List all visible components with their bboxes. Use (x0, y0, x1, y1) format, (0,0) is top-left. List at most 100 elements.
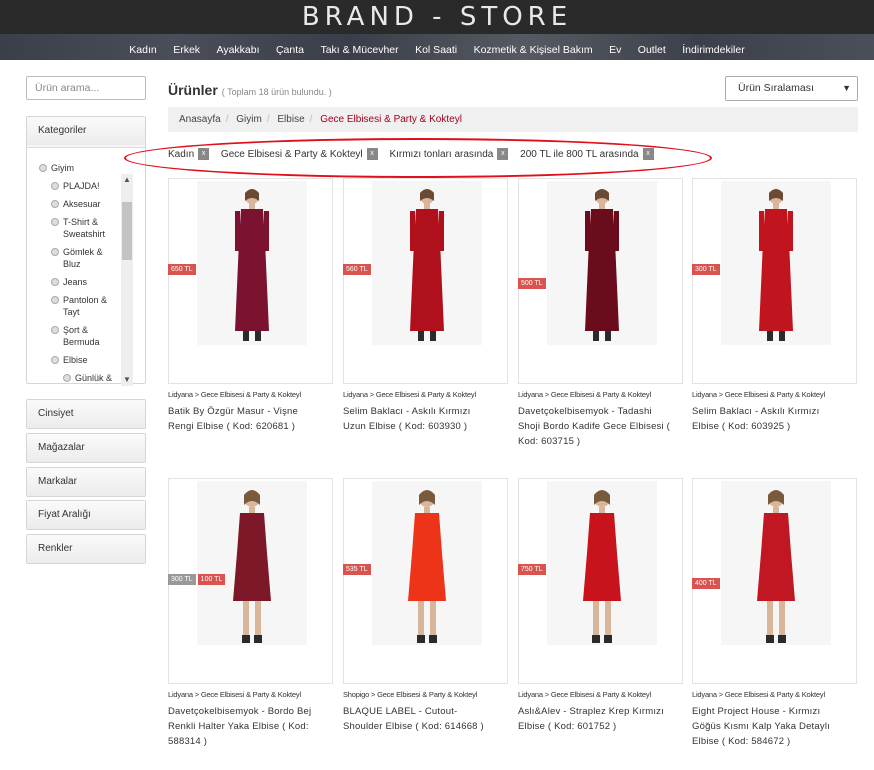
product-prices: 300 TL (692, 258, 722, 276)
price-badge: 650 TL (168, 264, 196, 275)
page-title: Ürünler( Toplam 18 ürün bulundu. ) (168, 82, 332, 98)
filter-renkler[interactable]: Renkler (26, 534, 146, 564)
product-name[interactable]: BLAQUE LABEL - Cutout-Shoulder Elbise ( … (343, 704, 495, 734)
product-name[interactable]: Davetçokelbisemyok - Bordo Bej Renkli Ha… (168, 704, 320, 749)
category-item-elbise[interactable]: Elbise (51, 354, 88, 366)
product-name[interactable]: Davetçokelbisemyok - Tadashi Shoji Bordo… (518, 404, 670, 449)
filter-markalar-label: Markalar (27, 468, 145, 496)
product-image-frame[interactable] (343, 178, 508, 384)
category-item-giyim[interactable]: Giyim (39, 162, 74, 174)
nav-item-ayakkabi[interactable]: Ayakkabı (217, 44, 260, 56)
breadcrumb-giyim[interactable]: Giyim (236, 114, 262, 125)
nav-item-kadin[interactable]: Kadın (129, 44, 156, 56)
product-store[interactable]: Shopigo > Gece Elbisesi & Party & Koktey… (343, 690, 513, 699)
filter-fiyat[interactable]: Fiyat Aralığı (26, 500, 146, 530)
nav-item-taki[interactable]: Takı & Mücevher (320, 44, 398, 56)
category-item-gunluk[interactable]: Günlük & (63, 372, 112, 384)
remove-filter-button[interactable]: x (642, 148, 654, 161)
product-name[interactable]: Aslı&Alev - Straplez Krep Kırmızı Elbise… (518, 704, 670, 734)
product-name[interactable]: Selim Baklacı - Askılı Kırmızı Elbise ( … (692, 404, 844, 434)
categories-header[interactable]: Kategoriler (27, 117, 145, 145)
scroll-thumb[interactable] (122, 202, 132, 260)
product-image[interactable] (372, 181, 482, 345)
nav-item-outlet[interactable]: Outlet (638, 44, 666, 56)
nav-item-kol-saati[interactable]: Kol Saati (415, 44, 457, 56)
filter-label: 200 TL ile 800 TL arasında (520, 149, 639, 160)
filter-cinsiyet[interactable]: Cinsiyet (26, 399, 146, 429)
price-badge: 535 TL (343, 564, 371, 575)
product-image-frame[interactable] (692, 178, 857, 384)
sort-select[interactable]: Ürün Sıralaması ▼ (725, 76, 858, 101)
filter-magazalar[interactable]: Mağazalar (26, 433, 146, 463)
product-store[interactable]: Lidyana > Gece Elbisesi & Party & Koktey… (692, 690, 862, 699)
product-store[interactable]: Lidyana > Gece Elbisesi & Party & Koktey… (343, 390, 513, 399)
category-list: Giyim PLAJDA! Aksesuar T-Shirt & Sweatsh… (27, 148, 127, 384)
price-badge: 300 TL (168, 574, 196, 585)
product-prices: 400 TL (692, 572, 722, 590)
product-name[interactable]: Selim Baklacı - Askılı Kırmızı Uzun Elbi… (343, 404, 495, 434)
nav-item-kozmetik[interactable]: Kozmetik & Kişisel Bakım (474, 44, 593, 56)
product-prices: 560 TL (343, 258, 373, 276)
category-item-aksesuar[interactable]: Aksesuar (51, 198, 101, 210)
remove-filter-button[interactable]: x (198, 148, 210, 161)
product-store[interactable]: Lidyana > Gece Elbisesi & Party & Koktey… (168, 690, 338, 699)
breadcrumb-elbise[interactable]: Elbise (277, 114, 304, 125)
product-store[interactable]: Lidyana > Gece Elbisesi & Party & Koktey… (518, 690, 688, 699)
product-image[interactable] (197, 181, 307, 345)
product-image[interactable] (372, 481, 482, 645)
nav-item-ev[interactable]: Ev (609, 44, 621, 56)
price-badge: 400 TL (692, 578, 720, 589)
radio-icon (51, 296, 59, 304)
category-scrollbar[interactable]: ▲ ▼ (121, 174, 133, 386)
category-item-tshirt[interactable]: T-Shirt & Sweatshirt (51, 216, 121, 240)
filter-label: Gece Elbisesi & Party & Kokteyl (220, 149, 363, 160)
product-image-frame[interactable] (168, 178, 333, 384)
product-store[interactable]: Lidyana > Gece Elbisesi & Party & Koktey… (518, 390, 688, 399)
product-image[interactable] (547, 481, 657, 645)
category-item-pantolon[interactable]: Pantolon & Tayt (51, 294, 121, 318)
product-store[interactable]: Lidyana > Gece Elbisesi & Party & Koktey… (692, 390, 862, 399)
radio-icon (51, 326, 59, 334)
product-image[interactable] (721, 481, 831, 645)
product-store[interactable]: Lidyana > Gece Elbisesi & Party & Koktey… (168, 390, 338, 399)
remove-filter-button[interactable]: x (366, 148, 378, 161)
product-image[interactable] (721, 181, 831, 345)
product-prices: 300 TL 100 TL (168, 568, 227, 586)
radio-icon (51, 248, 59, 256)
price-badge: 300 TL (692, 264, 720, 275)
breadcrumb-home[interactable]: Anasayfa (179, 114, 221, 125)
breadcrumb-separator: / (225, 114, 229, 125)
active-filters: Kadın x Gece Elbisesi & Party & Kokteyl x … (168, 148, 663, 164)
scroll-down-icon[interactable]: ▼ (121, 374, 133, 386)
product-name[interactable]: Batik By Özgür Masur - Vişne Rengi Elbis… (168, 404, 320, 434)
nav-item-canta[interactable]: Çanta (276, 44, 304, 56)
product-image[interactable] (197, 481, 307, 645)
filter-markalar[interactable]: Markalar (26, 467, 146, 497)
product-image[interactable] (547, 181, 657, 345)
radio-icon (51, 356, 59, 364)
radio-icon (51, 218, 59, 226)
nav-item-indirimdekiler[interactable]: İndirimdekiler (682, 44, 744, 56)
category-item-plajda[interactable]: PLAJDA! (51, 180, 100, 192)
category-item-jeans[interactable]: Jeans (51, 276, 87, 288)
price-badge: 100 TL (197, 574, 226, 585)
categories-body: Giyim PLAJDA! Aksesuar T-Shirt & Sweatsh… (27, 147, 145, 386)
search-input[interactable] (26, 76, 146, 100)
product-name[interactable]: Eight Project House - Kırmızı Göğüs Kısm… (692, 704, 844, 749)
remove-filter-button[interactable]: x (497, 148, 509, 161)
category-item-sort[interactable]: Şort & Bermuda (51, 324, 121, 348)
page-title-text: Ürünler (168, 82, 218, 98)
product-image-frame[interactable] (343, 478, 508, 684)
product-image-frame[interactable] (518, 478, 683, 684)
active-filter-kadin: Kadın x (168, 148, 210, 162)
price-badge: 750 TL (518, 564, 546, 575)
breadcrumb-separator: / (309, 114, 313, 125)
category-item-gomlek[interactable]: Gömlek & Bluz (51, 246, 121, 270)
radio-icon (51, 200, 59, 208)
nav-item-erkek[interactable]: Erkek (173, 44, 200, 56)
breadcrumb-current: Gece Elbisesi & Party & Kokteyl (320, 114, 462, 125)
caret-down-icon: ▼ (842, 83, 851, 93)
brand-logo[interactable]: BRAND - STORE (0, 2, 874, 32)
active-filter-fiyat: 200 TL ile 800 TL arasında x (520, 148, 654, 162)
scroll-up-icon[interactable]: ▲ (121, 174, 133, 186)
